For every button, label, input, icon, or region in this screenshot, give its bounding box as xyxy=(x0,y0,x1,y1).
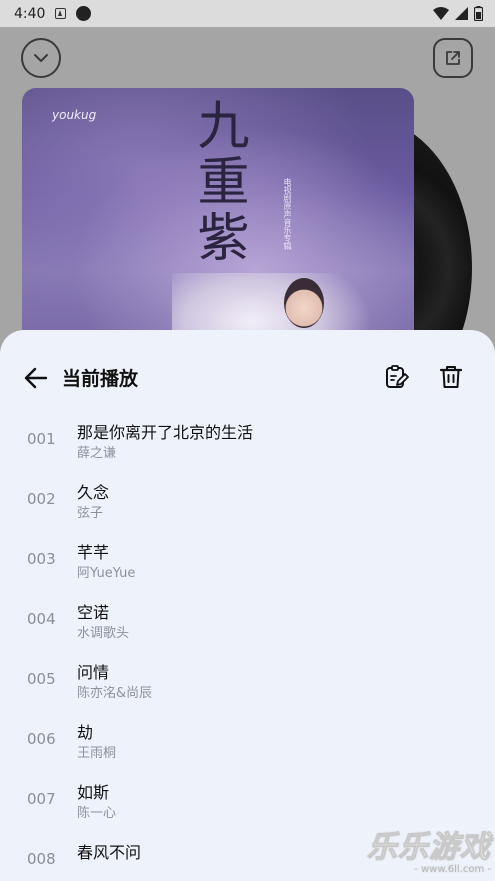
song-index: 002 xyxy=(27,490,56,508)
album-logo: youkug xyxy=(52,108,97,122)
song-item[interactable]: 002 久念 弦子 xyxy=(0,475,495,535)
song-item[interactable]: 001 那是你离开了北京的生活 薛之谦 xyxy=(0,415,495,475)
collapse-button[interactable] xyxy=(21,38,61,78)
song-title: 劫 xyxy=(77,723,94,742)
wifi-icon xyxy=(433,7,449,20)
signal-icon xyxy=(455,7,468,20)
song-title: 如斯 xyxy=(77,783,110,802)
album-subtitle-art: 电视剧原声音乐专辑 xyxy=(283,178,292,250)
watermark: 乐乐游戏 - www.6ll.com - xyxy=(367,822,492,876)
status-time: 4:40 xyxy=(14,5,46,22)
song-artist: 弦子 xyxy=(77,506,104,521)
edit-list-icon xyxy=(386,365,409,388)
battery-icon xyxy=(474,6,483,21)
chevron-down-icon xyxy=(34,54,48,62)
album-figure-head xyxy=(284,278,324,328)
song-title: 春风不问 xyxy=(77,843,142,862)
playlist-sheet: 当前播放 001 那是你离开了北京的生活 薛之谦 002 久念 弦子 003 芊… xyxy=(0,330,495,881)
playlist-header: 当前播放 xyxy=(0,330,495,422)
playlist-title: 当前播放 xyxy=(62,368,139,390)
trash-icon xyxy=(439,366,463,388)
album-title-art: 九重紫 xyxy=(188,98,248,266)
song-index: 005 xyxy=(27,670,56,688)
status-bar: 4:40 xyxy=(0,0,495,27)
song-title: 芊芊 xyxy=(77,543,110,562)
song-artist: 薛之谦 xyxy=(77,446,117,461)
back-button[interactable] xyxy=(22,364,50,392)
notification-a-icon xyxy=(55,8,67,19)
song-index: 004 xyxy=(27,610,56,628)
song-artist: 王雨桐 xyxy=(77,746,117,761)
song-artist: 阿YueYue xyxy=(77,566,136,581)
status-right xyxy=(433,6,483,21)
song-item[interactable]: 005 问情 陈亦洺&尚辰 xyxy=(0,655,495,715)
song-item[interactable]: 006 劫 王雨桐 xyxy=(0,715,495,775)
watermark-logo-text: 乐乐游戏 xyxy=(367,830,491,866)
song-artist: 陈亦洺&尚辰 xyxy=(77,686,153,701)
arrow-left-icon xyxy=(24,367,48,389)
song-artist: 水调歌头 xyxy=(77,626,130,641)
notification-dot-icon xyxy=(76,6,92,21)
album-cover: youkug 九重紫 电视剧原声音乐专辑 xyxy=(22,88,414,348)
share-button[interactable] xyxy=(433,38,473,78)
song-index: 001 xyxy=(27,430,56,448)
song-title: 空诺 xyxy=(77,603,110,622)
song-title: 久念 xyxy=(77,483,110,502)
song-artist: 陈一心 xyxy=(77,806,117,821)
edit-playlist-button[interactable] xyxy=(383,364,409,390)
song-list: 001 那是你离开了北京的生活 薛之谦 002 久念 弦子 003 芊芊 阿Yu… xyxy=(0,415,495,881)
song-item[interactable]: 004 空诺 水调歌头 xyxy=(0,595,495,655)
song-index: 007 xyxy=(27,790,56,808)
song-item[interactable]: 003 芊芊 阿YueYue xyxy=(0,535,495,595)
song-index: 006 xyxy=(27,730,56,748)
song-title: 那是你离开了北京的生活 xyxy=(77,423,254,442)
share-external-icon xyxy=(446,51,460,65)
song-title: 问情 xyxy=(77,663,110,682)
status-left: 4:40 xyxy=(14,5,92,22)
clear-playlist-button[interactable] xyxy=(438,364,464,390)
song-index: 008 xyxy=(27,850,56,868)
song-index: 003 xyxy=(27,550,56,568)
